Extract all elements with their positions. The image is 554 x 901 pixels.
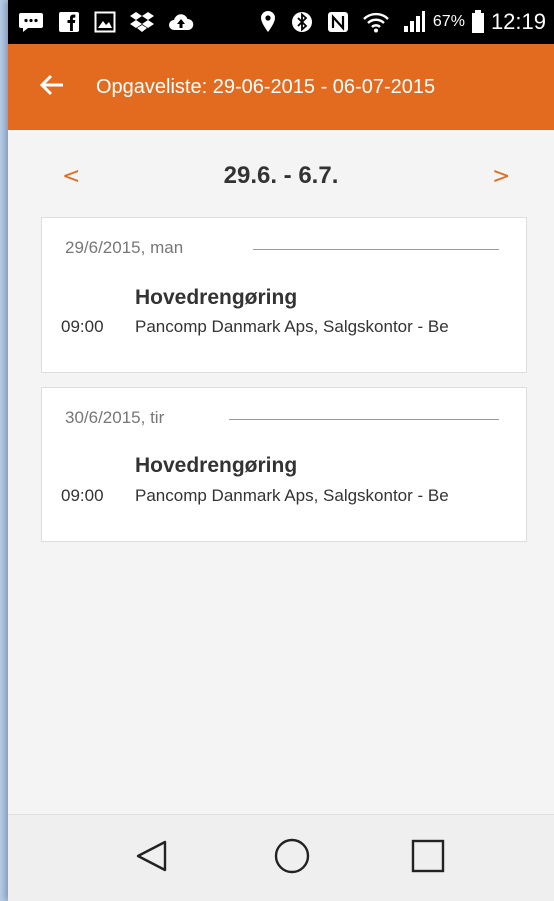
home-circle-icon bbox=[273, 837, 311, 880]
recents-square-icon bbox=[410, 838, 446, 879]
status-bar: 67% 12:19 bbox=[8, 0, 554, 44]
back-button[interactable] bbox=[22, 44, 82, 130]
back-triangle-icon bbox=[134, 838, 170, 879]
facebook-icon bbox=[58, 10, 80, 34]
next-week-button[interactable]: > bbox=[492, 164, 510, 189]
system-back-button[interactable] bbox=[112, 815, 192, 901]
page-title: Opgaveliste: 29-06-2015 - 06-07-2015 bbox=[96, 75, 436, 98]
location-icon bbox=[259, 10, 277, 34]
task-card[interactable]: 30/6/2015, tir Hovedrengøring 09:00 Panc… bbox=[41, 387, 527, 542]
clock: 12:19 bbox=[490, 9, 546, 34]
task-title: Hovedrengøring bbox=[135, 454, 298, 477]
week-navigator: < 29.6. - 6.7. > bbox=[8, 160, 554, 200]
cloud-upload-icon bbox=[168, 10, 194, 34]
battery-icon bbox=[471, 10, 485, 34]
week-range-label: 29.6. - 6.7. bbox=[223, 162, 339, 189]
system-recents-button[interactable] bbox=[388, 815, 468, 901]
task-date: 30/6/2015, tir bbox=[65, 408, 165, 427]
task-date: 29/6/2015, man bbox=[65, 238, 184, 257]
dropbox-icon bbox=[130, 10, 154, 34]
task-time: 09:00 bbox=[61, 317, 104, 336]
date-divider bbox=[253, 249, 499, 250]
nfc-icon bbox=[327, 10, 349, 34]
task-description: Pancomp Danmark Aps, Salgskontor - Be bbox=[135, 486, 449, 505]
app-bar: Opgaveliste: 29-06-2015 - 06-07-2015 bbox=[8, 44, 554, 130]
task-card[interactable]: 29/6/2015, man Hovedrengøring 09:00 Panc… bbox=[41, 217, 527, 373]
battery-percent: 67% bbox=[432, 13, 465, 30]
system-nav-bar bbox=[8, 814, 554, 901]
wifi-icon bbox=[363, 10, 389, 34]
date-divider bbox=[229, 419, 499, 420]
task-time: 09:00 bbox=[61, 486, 104, 505]
gallery-icon bbox=[94, 10, 116, 34]
task-description: Pancomp Danmark Aps, Salgskontor - Be bbox=[135, 317, 449, 336]
signal-icon bbox=[403, 10, 425, 34]
task-title: Hovedrengøring bbox=[135, 286, 298, 309]
system-home-button[interactable] bbox=[252, 815, 332, 901]
phone-screen: 67% 12:19 Opgaveliste: 29-06-2015 - 06-0… bbox=[8, 0, 554, 901]
arrow-left-icon bbox=[39, 74, 65, 101]
message-icon bbox=[18, 10, 44, 34]
bluetooth-icon bbox=[291, 10, 313, 34]
